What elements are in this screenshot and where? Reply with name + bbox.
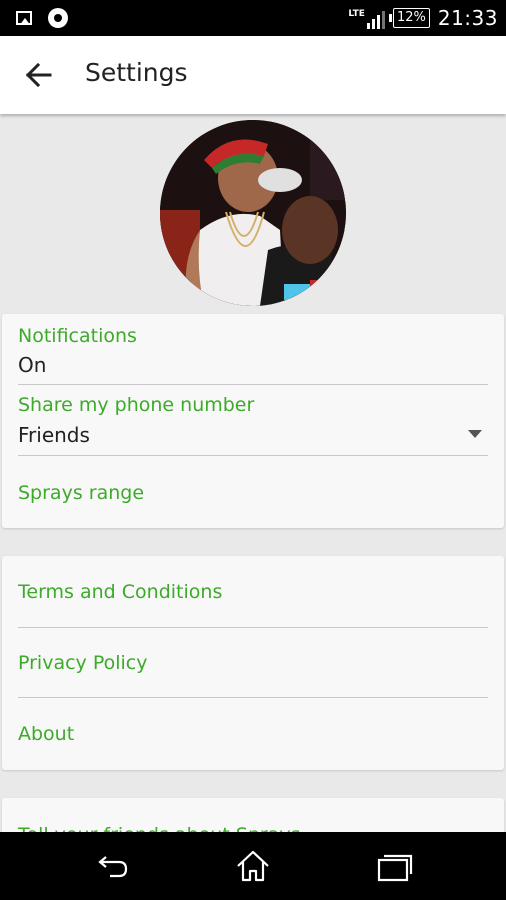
legal-card: Terms and Conditions Privacy Policy Abou…	[2, 556, 504, 770]
share-phone-label: Share my phone number	[18, 394, 255, 416]
terms-label: Terms and Conditions	[18, 581, 223, 603]
status-indicators: LTE 12% 21:33	[348, 0, 498, 36]
battery-level: 12%	[396, 10, 426, 25]
nav-home-button[interactable]	[233, 846, 273, 886]
settings-screen: LTE 12% 21:33 Settings Notifications On …	[0, 0, 506, 900]
nav-back-button[interactable]	[92, 846, 132, 886]
chrome-icon	[48, 8, 68, 28]
dropdown-arrow-icon	[468, 430, 482, 438]
sprays-range-label: Sprays range	[18, 482, 145, 504]
home-icon	[237, 850, 269, 882]
about-link[interactable]	[2, 698, 504, 770]
profile-photo	[160, 120, 346, 306]
notifications-value: On	[18, 353, 47, 377]
arrow-back-icon	[25, 62, 52, 88]
profile-avatar[interactable]	[160, 120, 346, 306]
back-icon	[98, 856, 128, 878]
system-nav-bar	[0, 832, 506, 900]
network-type: LTE	[348, 9, 365, 19]
share-phone-value: Friends	[18, 423, 90, 447]
battery-icon: 12%	[388, 8, 430, 28]
privacy-label: Privacy Policy	[18, 652, 148, 674]
recents-icon	[377, 854, 413, 882]
signal-icon: LTE	[348, 7, 385, 29]
notifications-label: Notifications	[18, 325, 137, 347]
nav-recents-button[interactable]	[374, 846, 414, 886]
page-title: Settings	[85, 58, 188, 87]
clock: 21:33	[437, 6, 498, 30]
back-button[interactable]	[18, 54, 60, 96]
status-notifications	[16, 8, 68, 28]
status-bar: LTE 12% 21:33	[0, 0, 506, 36]
about-label: About	[18, 723, 75, 745]
gallery-icon	[16, 11, 32, 25]
app-bar: Settings	[0, 36, 506, 114]
preferences-card: Notifications On Share my phone number F…	[2, 314, 504, 528]
